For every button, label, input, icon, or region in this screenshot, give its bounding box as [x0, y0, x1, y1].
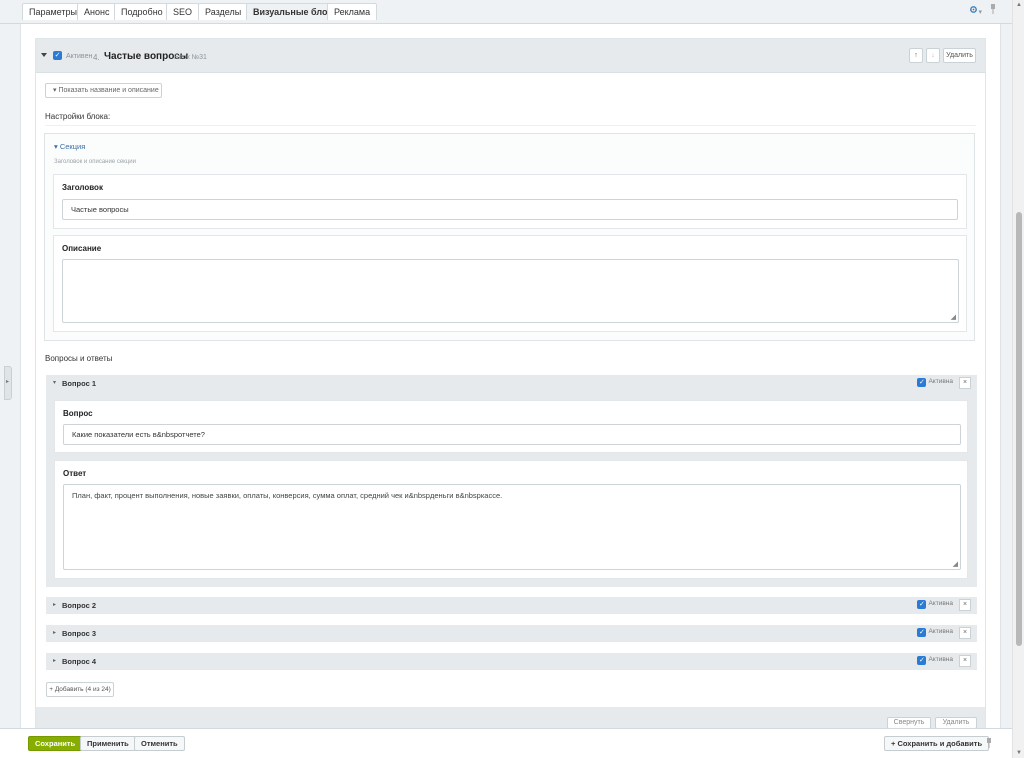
resize-handle-icon[interactable]: ◢ [953, 560, 958, 568]
qa-heading: Вопросы и ответы [45, 354, 113, 363]
content-panel: ✓ Активен 4. Частые вопросы Блок №31 ↑ ↓… [20, 24, 1001, 729]
block-footer: Свернуть Удалить [36, 707, 985, 729]
tab-parameters[interactable]: Параметры [22, 3, 84, 20]
active-checkbox[interactable]: ✓ [917, 378, 927, 387]
block-header: ✓ Активен 4. Частые вопросы Блок №31 ↑ ↓… [36, 39, 985, 73]
block-active-label: Активен [66, 53, 93, 60]
section-settings: ▾ Секция Заголовок и описание секции Заг… [44, 133, 975, 341]
add-question-button[interactable]: + Добавить (4 из 24) [46, 682, 114, 697]
active-label: Активна [928, 600, 953, 607]
answer-label: Ответ [63, 469, 87, 478]
scroll-up-icon[interactable]: ▲ [1016, 2, 1022, 8]
active-checkbox[interactable]: ✓ [917, 628, 927, 637]
question-3-header[interactable]: ▸ Вопрос 3 ✓ Активна × [46, 625, 977, 642]
check-icon: ✓ [54, 52, 61, 59]
bottom-action-bar: Сохранить Применить Отменить + Сохранить… [0, 728, 1012, 758]
description-textarea[interactable]: ◢ [62, 259, 959, 323]
remove-question-button[interactable]: × [959, 655, 971, 667]
heading-input[interactable]: Частые вопросы [62, 199, 958, 220]
question-input[interactable]: Какие показатели есть в&nbspотчете? [63, 424, 961, 445]
question-4-active[interactable]: ✓ Активна [917, 656, 953, 665]
divider [45, 125, 976, 126]
question-1-active[interactable]: ✓ Активна [917, 378, 953, 387]
tab-advertising[interactable]: Реклама [327, 3, 378, 20]
chevron-down-icon: ▾ [53, 380, 57, 386]
heading-field-box: Заголовок Частые вопросы [53, 174, 967, 229]
chevron-right-icon: ▸ [53, 658, 57, 664]
heading-label: Заголовок [62, 183, 103, 192]
tab-bar: Параметры Анонс Подробно SEO Разделы Виз… [0, 0, 1012, 24]
question-4-header[interactable]: ▸ Вопрос 4 ✓ Активна × [46, 653, 977, 670]
page-scrollbar[interactable]: ▲ ▼ [1012, 0, 1024, 758]
block-index: 4. [93, 53, 100, 62]
show-name-description-button[interactable]: ▾ Показать название и описание [45, 83, 162, 98]
remove-question-button[interactable]: × [959, 377, 971, 389]
question-3-active[interactable]: ✓ Активна [917, 628, 953, 637]
block-active-checkbox[interactable]: ✓ [53, 51, 62, 60]
active-label: Активна [928, 656, 953, 663]
visual-block: ✓ Активен 4. Частые вопросы Блок №31 ↑ ↓… [35, 38, 986, 729]
active-checkbox[interactable]: ✓ [917, 656, 927, 665]
question-field-box: Вопрос Какие показатели есть в&nbspотчет… [54, 400, 968, 453]
question-2-header[interactable]: ▸ Вопрос 2 ✓ Активна × [46, 597, 977, 614]
scroll-down-icon[interactable]: ▼ [1016, 750, 1022, 756]
collapse-block-icon[interactable] [41, 53, 47, 57]
remove-question-button[interactable]: × [959, 627, 971, 639]
section-hint: Заголовок и описание секции [54, 159, 136, 165]
block-number: Блок №31 [174, 54, 207, 61]
active-label: Активна [928, 378, 953, 385]
active-label: Активна [928, 628, 953, 635]
tab-sections[interactable]: Разделы [198, 3, 249, 20]
answer-value: План, факт, процент выполнения, новые за… [72, 491, 503, 500]
side-panel-toggle[interactable]: ▸ [4, 366, 12, 400]
question-1-title: Вопрос 1 [62, 379, 97, 388]
question-3-title: Вопрос 3 [62, 629, 97, 638]
save-and-add-button[interactable]: + Сохранить и добавить [884, 736, 990, 751]
pin-icon[interactable] [986, 738, 992, 751]
settings-menu[interactable]: ▾ [969, 5, 982, 17]
answer-textarea[interactable]: План, факт, процент выполнения, новые за… [63, 484, 961, 570]
description-field-box: Описание ◢ [53, 235, 967, 332]
active-checkbox[interactable]: ✓ [917, 600, 927, 609]
move-up-button[interactable]: ↑ [909, 48, 923, 63]
answer-field-box: Ответ План, факт, процент выполнения, но… [54, 460, 968, 579]
move-down-button[interactable]: ↓ [926, 48, 940, 63]
question-2-title: Вопрос 2 [62, 601, 97, 610]
remove-question-button[interactable]: × [959, 599, 971, 611]
save-button[interactable]: Сохранить [28, 736, 83, 751]
question-label: Вопрос [63, 409, 93, 418]
pin-icon[interactable] [990, 4, 996, 17]
cancel-button[interactable]: Отменить [134, 736, 185, 751]
tab-announce[interactable]: Анонс [77, 3, 117, 20]
question-1-body: Вопрос Какие показатели есть в&nbspотчет… [46, 392, 977, 587]
apply-button[interactable]: Применить [80, 736, 136, 751]
resize-handle-icon[interactable]: ◢ [951, 313, 956, 321]
scroll-thumb[interactable] [1016, 212, 1022, 646]
block-settings-heading: Настройки блока: [45, 112, 111, 121]
chevron-right-icon: ▸ [53, 630, 57, 636]
tab-details[interactable]: Подробно [114, 3, 170, 20]
chevron-right-icon: ▸ [53, 602, 57, 608]
delete-block-button[interactable]: Удалить [943, 48, 976, 63]
description-label: Описание [62, 244, 102, 253]
question-1-header[interactable]: ▾ Вопрос 1 ✓ Активна × [46, 375, 977, 392]
chevron-down-icon: ▾ [978, 9, 982, 16]
tab-seo[interactable]: SEO [166, 3, 200, 20]
question-4-title: Вопрос 4 [62, 657, 97, 666]
question-2-active[interactable]: ✓ Активна [917, 600, 953, 609]
section-toggle[interactable]: ▾ Секция [54, 142, 85, 151]
caret-right-icon: ▸ [6, 379, 10, 385]
